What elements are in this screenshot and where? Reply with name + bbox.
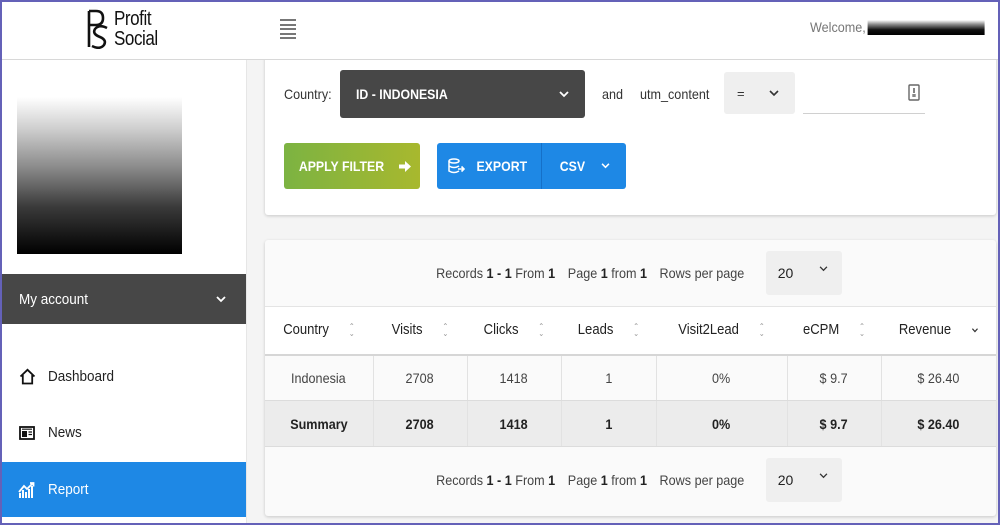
sidebar-item-label: Dashboard — [48, 368, 115, 385]
cell-clicks: 1418 — [467, 354, 562, 401]
cell-visit2lead: 0% — [656, 354, 788, 401]
export-button[interactable]: EXPORT — [437, 143, 542, 189]
logo-text: Profit Social — [114, 9, 158, 49]
sort-icon: ⌃ ⌄ — [442, 322, 449, 339]
sidebar-item-news[interactable]: News — [0, 405, 246, 460]
arrow-right-icon — [399, 160, 412, 172]
cell-ecpm: $ 9.7 — [787, 354, 882, 401]
column-header-revenue[interactable]: Revenue — [881, 306, 996, 356]
sort-icon: ⌃ ⌄ — [758, 322, 765, 339]
cell-visit2lead: 0% — [656, 400, 788, 447]
sidebar-item-dashboard[interactable]: Dashboard — [0, 349, 246, 404]
rows-per-page-select[interactable]: 20 — [765, 458, 842, 502]
report-table-panel: Records 1 - 1 From 1 Page 1 from 1 Rows … — [265, 240, 996, 516]
cell-leads: 1 — [561, 400, 657, 447]
report-table: Country ⌃ ⌄ Visits ⌃ ⌄ Clicks ⌃ ⌄ Leads ⌃ ⌄ Visi… — [265, 306, 996, 447]
table-row: Indonesia 2708 1418 1 0% $ 9.7 $ 26.40 — [265, 354, 996, 401]
chevron-down-icon — [216, 295, 226, 302]
rows-per-page-label: Rows per page — [659, 472, 745, 488]
cell-clicks: 1418 — [467, 400, 562, 447]
column-header-clicks[interactable]: Clicks ⌃ ⌄ — [467, 306, 561, 356]
column-header-leads[interactable]: Leads ⌃ ⌄ — [561, 306, 656, 356]
cell-revenue: $ 26.40 — [881, 400, 996, 447]
records-info: Records 1 - 1 From 1 — [436, 265, 556, 281]
page-info: Page 1 from 1 — [568, 472, 648, 488]
apply-filter-button[interactable]: APPLY FILTER — [284, 143, 420, 189]
chevron-down-icon — [819, 473, 828, 479]
pagination-top: Records 1 - 1 From 1 Page 1 from 1 Rows … — [265, 240, 996, 306]
cell-leads: 1 — [561, 354, 657, 401]
rows-per-page-value: 20 — [777, 265, 794, 281]
rows-per-page-label: Rows per page — [659, 265, 745, 281]
sort-icon: ⌃ ⌄ — [348, 322, 355, 339]
pagination-info: Records 1 - 1 From 1 Page 1 from 1 Rows … — [436, 472, 744, 488]
sidebar-item-label: News — [48, 424, 82, 441]
top-header: Profit Social Welcome, — [0, 0, 1000, 60]
column-header-ecpm[interactable]: eCPM ⌃ ⌄ — [787, 306, 881, 356]
chevron-down-icon — [559, 90, 569, 97]
filter-panel: Country: ID - INDONESIA and utm_content … — [265, 50, 996, 215]
export-group: EXPORT CSV — [437, 143, 626, 189]
my-account-toggle[interactable]: My account — [0, 274, 246, 324]
chevron-down-icon — [819, 266, 828, 272]
sidebar-item-report[interactable]: Report — [0, 462, 246, 517]
my-account-label: My account — [19, 290, 89, 308]
logo[interactable]: Profit Social — [86, 7, 165, 51]
operator-value: = — [737, 85, 745, 101]
rows-per-page-select[interactable]: 20 — [765, 251, 842, 295]
country-value: ID - INDONESIA — [356, 86, 448, 102]
redacted-username — [867, 19, 985, 35]
clipboard-icon[interactable] — [908, 84, 920, 101]
rows-per-page-value: 20 — [777, 472, 794, 488]
export-label: EXPORT — [476, 158, 527, 174]
page-info: Page 1 from 1 — [568, 265, 648, 281]
sort-desc-icon — [971, 328, 978, 333]
utm-content-input[interactable] — [803, 72, 925, 114]
column-header-visit2lead[interactable]: Visit2Lead ⌃ ⌄ — [656, 306, 787, 356]
chart-icon — [18, 481, 36, 499]
operator-select[interactable]: = — [724, 72, 795, 114]
logo-line-1: Profit — [114, 8, 152, 30]
cell-revenue: $ 26.40 — [881, 354, 996, 401]
sort-icon: ⌃ ⌄ — [859, 322, 866, 339]
home-icon — [18, 368, 36, 386]
column-header-visits[interactable]: Visits ⌃ ⌄ — [373, 306, 467, 356]
records-info: Records 1 - 1 From 1 — [436, 472, 556, 488]
sidebar-item-label: Report — [48, 481, 89, 498]
cell-country: Indonesia — [265, 354, 374, 401]
pagination-bottom: Records 1 - 1 From 1 Page 1 from 1 Rows … — [265, 447, 996, 513]
newspaper-icon — [18, 424, 36, 442]
logo-line-2: Social — [114, 28, 158, 50]
table-header-row: Country ⌃ ⌄ Visits ⌃ ⌄ Clicks ⌃ ⌄ Leads ⌃ ⌄ Visi… — [265, 306, 996, 356]
sidebar: My account Dashboard News Report — [0, 60, 247, 525]
pagination-info: Records 1 - 1 From 1 Page 1 from 1 Rows … — [436, 265, 744, 281]
welcome-user[interactable]: Welcome, — [810, 19, 985, 35]
export-format-value: CSV — [559, 158, 586, 174]
country-select[interactable]: ID - INDONESIA — [340, 70, 585, 118]
cell-country: Summary — [265, 400, 374, 447]
sort-icon: ⌃ ⌄ — [633, 322, 640, 339]
cell-visits: 2708 — [373, 354, 468, 401]
avatar — [17, 97, 182, 254]
export-format-select[interactable]: CSV — [542, 143, 626, 189]
welcome-text: Welcome, — [810, 19, 866, 35]
cell-visits: 2708 — [373, 400, 468, 447]
country-label: Country: — [284, 86, 332, 102]
sort-icon: ⌃ ⌄ — [538, 322, 545, 339]
and-label: and — [602, 86, 624, 102]
menu-toggle-icon[interactable] — [280, 19, 296, 39]
chevron-down-icon — [769, 89, 779, 96]
summary-row: Summary 2708 1418 1 0% $ 9.7 $ 26.40 — [265, 400, 996, 447]
apply-filter-label: APPLY FILTER — [298, 158, 384, 174]
column-header-country[interactable]: Country ⌃ ⌄ — [265, 306, 373, 356]
field-label: utm_content — [640, 86, 710, 102]
cell-ecpm: $ 9.7 — [787, 400, 882, 447]
chevron-down-icon — [601, 163, 610, 169]
database-export-icon — [447, 158, 465, 174]
logo-mark-icon — [87, 9, 108, 49]
